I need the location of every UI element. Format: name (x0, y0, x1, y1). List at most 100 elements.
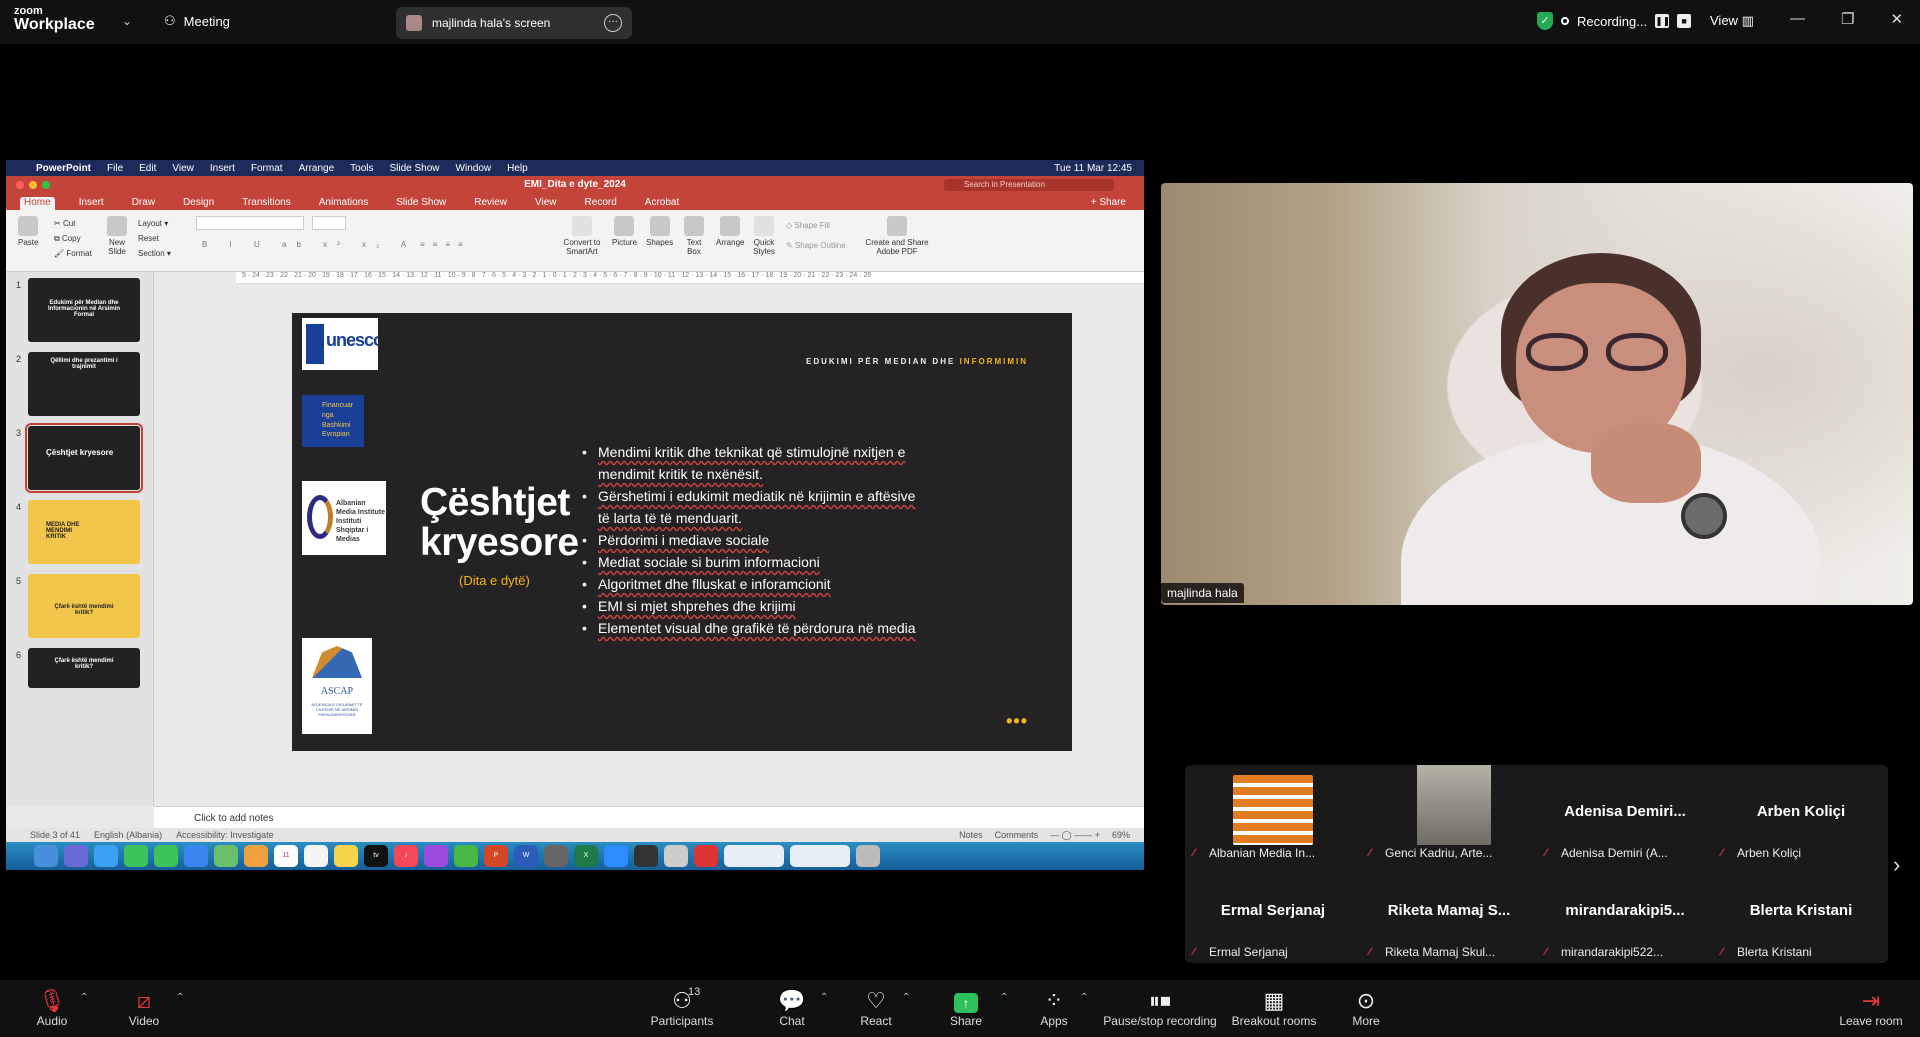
chat-button[interactable]: 💬 Chat ⌃ (776, 988, 828, 1028)
format-painter-button[interactable]: 🖌 Format (54, 246, 92, 261)
launchpad-icon[interactable] (64, 845, 88, 867)
pause-stop-recording-button[interactable]: ⏸⏹ Pause/stop recording (1102, 988, 1218, 1028)
tab-slide-show[interactable]: Slide Show (392, 197, 450, 210)
stop-recording-icon[interactable]: ■ (1677, 14, 1692, 28)
chevron-down-icon[interactable]: ⌄ (122, 14, 132, 28)
menu-help[interactable]: Help (507, 163, 528, 174)
share-button[interactable]: + Share (1087, 197, 1130, 210)
participant-tile[interactable]: ⁄ Genci Kadriu, Arte... (1361, 765, 1537, 864)
react-button[interactable]: ♡ React ⌃ (860, 988, 910, 1028)
language-status[interactable]: English (Albania) (94, 830, 162, 840)
slide-thumbnail-5[interactable]: Çfarë është mendimi kritik? (28, 574, 140, 638)
word-icon[interactable]: W (514, 845, 538, 867)
apps-button[interactable]: ⁘ Apps ⌃ (1036, 988, 1088, 1028)
close-dot-icon[interactable] (16, 181, 24, 189)
chevron-up-icon[interactable]: ⌃ (820, 992, 828, 1003)
mail-icon[interactable] (184, 845, 208, 867)
copy-button[interactable]: ⧉ Copy (54, 231, 92, 246)
new-slide-button[interactable]: New Slide (104, 216, 130, 256)
quick-styles-button[interactable]: Quick Styles (750, 216, 778, 256)
leave-room-button[interactable]: ⇥ Leave room (1838, 988, 1904, 1028)
tab-draw[interactable]: Draw (128, 197, 159, 210)
participant-tile[interactable]: Riketa Mamaj S... ⁄ Riketa Mamaj Skul... (1361, 864, 1537, 963)
presentation-search-input[interactable]: Search in Presentation (944, 179, 1114, 191)
menu-format[interactable]: Format (251, 163, 283, 174)
pause-recording-icon[interactable]: ❚❚ (1655, 14, 1670, 28)
restore-icon[interactable]: ❐ (1841, 10, 1854, 28)
reset-button[interactable]: Reset (138, 231, 171, 246)
tab-transitions[interactable]: Transitions (238, 197, 295, 210)
slide-thumbnail-6[interactable]: Çfarë është mendimi kritik? (28, 648, 140, 688)
powerpoint-icon[interactable]: P (484, 845, 508, 867)
tab-insert[interactable]: Insert (75, 197, 108, 210)
tab-animations[interactable]: Animations (315, 197, 372, 210)
section-button[interactable]: Section ▾ (138, 246, 171, 261)
accessibility-status[interactable]: Accessibility: Investigate (176, 830, 274, 840)
menu-edit[interactable]: Edit (139, 163, 156, 174)
shared-screen-pill[interactable]: majlinda hala's screen ··· (396, 7, 632, 39)
tab-design[interactable]: Design (179, 197, 218, 210)
text-box-button[interactable]: Text Box (682, 216, 706, 256)
acrobat-icon[interactable] (694, 845, 718, 867)
shape-fill-button[interactable]: ◇ Shape Fill (786, 216, 846, 236)
chevron-up-icon[interactable]: ⌃ (176, 992, 184, 1003)
music-icon[interactable]: ♪ (394, 845, 418, 867)
zoom-dot-icon[interactable] (42, 181, 50, 189)
font-size-select[interactable] (312, 216, 346, 230)
font-format-icons[interactable]: B I U ab x² x₂ A (202, 240, 416, 249)
tab-acrobat[interactable]: Acrobat (641, 197, 683, 210)
slide-thumbnail-2[interactable]: Qëllimi dhe prezantimi i trajnimit (28, 352, 140, 416)
chevron-up-icon[interactable]: ⌃ (1000, 992, 1008, 1003)
breakout-rooms-button[interactable]: ▦ Breakout rooms (1230, 988, 1318, 1028)
cut-button[interactable]: ✂ Cut (54, 216, 92, 231)
comments-toggle[interactable]: Comments (995, 830, 1039, 841)
trash-icon[interactable] (856, 845, 880, 867)
app-menu[interactable]: PowerPoint (36, 163, 91, 174)
notes-app-icon[interactable] (334, 845, 358, 867)
participant-tile[interactable]: Blerta Kristani ⁄ Blerta Kristani (1713, 864, 1889, 963)
calendar-icon[interactable]: 11 (274, 845, 298, 867)
notes-toggle[interactable]: Notes (959, 830, 983, 841)
view-button[interactable]: View ▥ (1710, 13, 1754, 29)
arrange-button[interactable]: Arrange (716, 216, 744, 247)
current-slide[interactable]: EDUKIMI PËR MEDIAN DHE INFORMIMIN unesco… (292, 313, 1072, 751)
facetime-icon[interactable] (124, 845, 148, 867)
quicktime-icon[interactable] (634, 845, 658, 867)
excel-icon[interactable]: X (574, 845, 598, 867)
slide-thumbnail-3[interactable]: Çështjet kryesore (25, 423, 143, 493)
close-icon[interactable]: ✕ (1890, 10, 1903, 28)
more-button[interactable]: ⊙ More (1350, 988, 1382, 1028)
zoom-slider[interactable]: — ◯ —— + (1050, 830, 1100, 841)
video-button[interactable]: ⧄ Video ⌃ (126, 988, 185, 1028)
safari-icon[interactable] (94, 845, 118, 867)
meeting-button[interactable]: ⚇ Meeting (164, 13, 230, 29)
create-pdf-button[interactable]: Create and Share Adobe PDF (862, 216, 932, 256)
menu-tools[interactable]: Tools (350, 163, 373, 174)
maps-icon[interactable] (214, 845, 238, 867)
dock-documents-icon[interactable] (724, 845, 784, 867)
slide-thumbnail-4[interactable]: MEDIA DHE MENDIMI KRITIK (28, 500, 140, 564)
slide-thumbnail-1[interactable]: Edukimi për Median dhe Informacionin në … (28, 278, 140, 342)
photos-icon[interactable] (244, 845, 268, 867)
tab-review[interactable]: Review (470, 197, 511, 210)
layout-button[interactable]: Layout ▾ (138, 216, 171, 231)
share-screen-button[interactable]: ↑ Share ⌃ (946, 988, 1008, 1028)
menu-window[interactable]: Window (456, 163, 492, 174)
utorrent-icon[interactable] (454, 845, 478, 867)
zoom-level[interactable]: 69% (1112, 830, 1130, 841)
participant-tile[interactable]: Arben Koliçi ⁄ Arben Koliçi (1713, 765, 1889, 864)
menu-view[interactable]: View (172, 163, 194, 174)
menu-insert[interactable]: Insert (210, 163, 235, 174)
shapes-button[interactable]: Shapes (646, 216, 673, 247)
messages-icon[interactable] (154, 845, 178, 867)
notes-pane[interactable]: Click to add notes (154, 806, 1144, 828)
menu-arrange[interactable]: Arrange (299, 163, 335, 174)
convert-smartart-button[interactable]: Convert to SmartArt (562, 216, 602, 256)
participant-tile[interactable]: Ermal Serjanaj ⁄ Ermal Serjanaj (1185, 864, 1361, 963)
finder-icon[interactable] (34, 845, 58, 867)
paragraph-align-icons[interactable]: ≡≡≡≡ (420, 240, 471, 249)
menu-slide-show[interactable]: Slide Show (390, 163, 440, 174)
podcasts-icon[interactable] (424, 845, 448, 867)
picture-button[interactable]: Picture (612, 216, 637, 247)
zoom-app-icon[interactable] (604, 845, 628, 867)
